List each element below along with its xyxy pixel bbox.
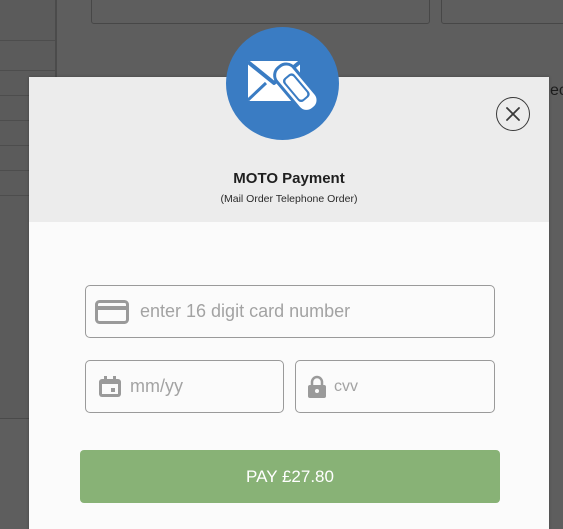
- pay-button[interactable]: PAY £27.80: [80, 450, 500, 503]
- mail-phone-icon: [246, 60, 320, 113]
- card-number-field[interactable]: [85, 285, 495, 338]
- close-button[interactable]: [496, 97, 530, 131]
- background-field: [441, 0, 563, 24]
- calendar-icon: [99, 376, 121, 397]
- card-number-input[interactable]: [140, 286, 480, 337]
- background-field: [91, 0, 430, 24]
- close-icon: [506, 107, 520, 121]
- background-table-row: [0, 40, 55, 41]
- background-text-fragment: ec: [550, 82, 563, 99]
- background-divider: [0, 418, 29, 419]
- modal-subtitle: (Mail Order Telephone Order): [220, 193, 358, 205]
- cvv-input[interactable]: [334, 361, 484, 412]
- expiry-input[interactable]: [130, 361, 270, 412]
- modal-title: MOTO Payment: [233, 170, 345, 187]
- moto-logo: [226, 27, 339, 140]
- lock-icon: [308, 375, 326, 398]
- credit-card-icon: [95, 300, 129, 324]
- expiry-field[interactable]: [85, 360, 284, 413]
- background-table-row: [0, 70, 55, 71]
- cvv-field[interactable]: [295, 360, 495, 413]
